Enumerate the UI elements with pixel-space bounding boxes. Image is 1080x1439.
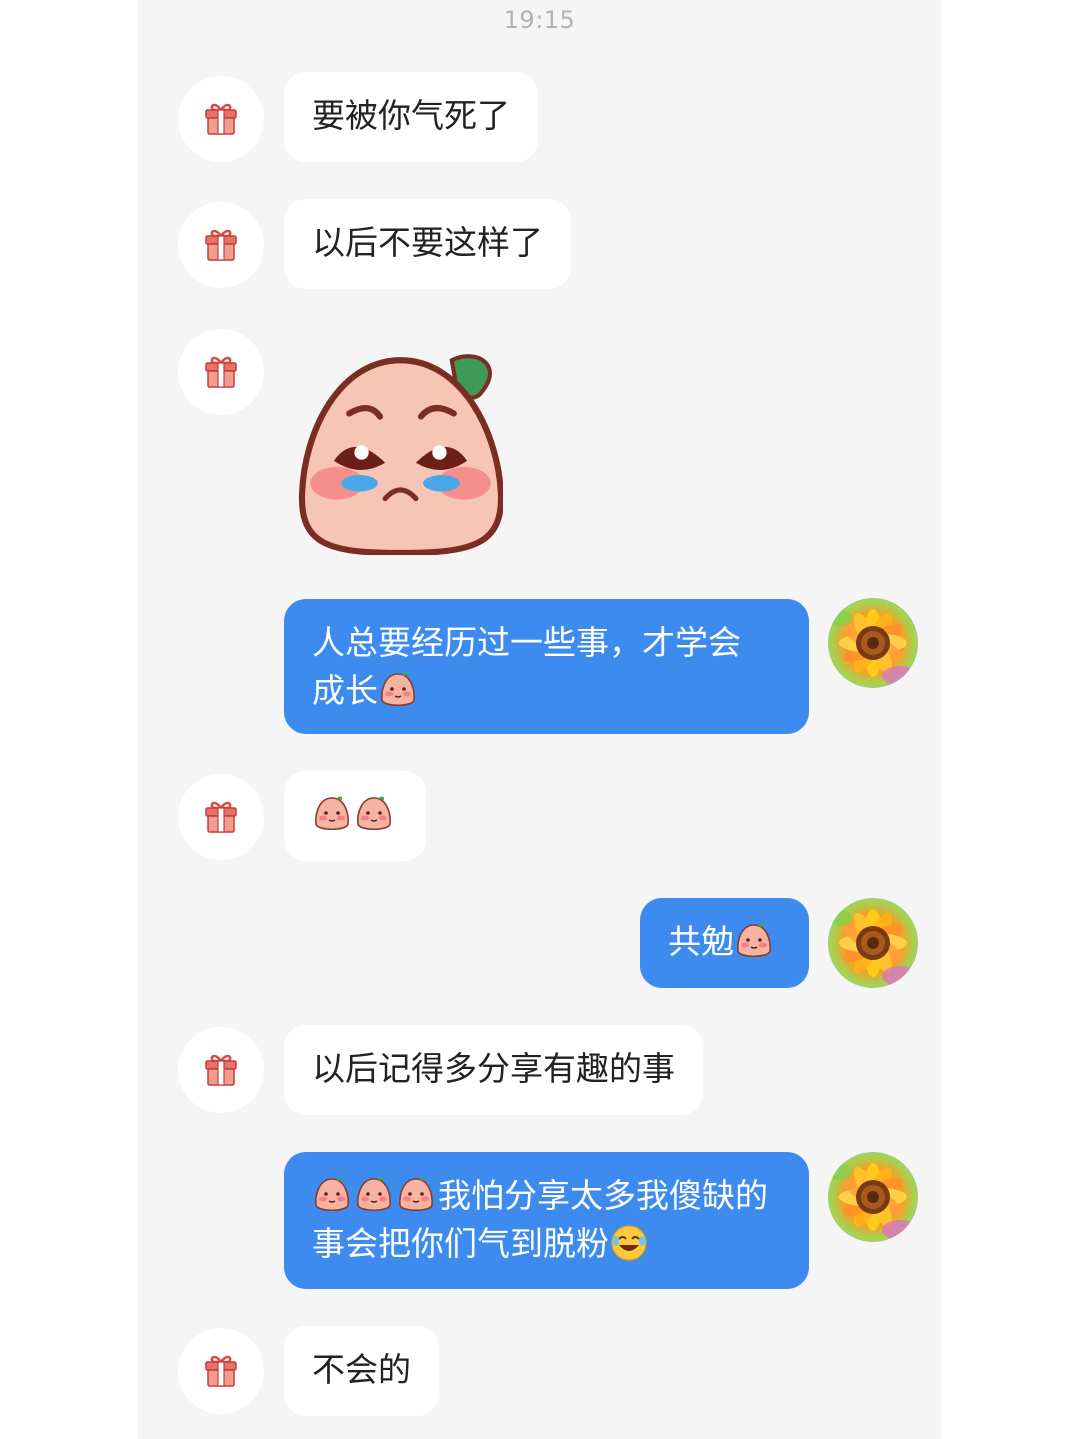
message-bubble-outgoing[interactable]: 人总要经历过一些事，才学会 成长: [284, 599, 809, 734]
message-text: 以后不要这样了: [312, 223, 543, 262]
peach-emoji-icon: [396, 1175, 436, 1215]
message-bubble-incoming[interactable]: 以后记得多分享有趣的事: [284, 1025, 703, 1115]
chat-screen: 19:15 要被你气死了 以后不要这样了 人总要经历过一些事，才学会 成长 共勉…: [138, 0, 941, 1439]
gift-icon: [201, 1050, 241, 1090]
message-text: 共勉: [668, 922, 734, 961]
message-bubble-incoming[interactable]: 不会的: [284, 1326, 439, 1416]
peach-sad-emoji-icon: [312, 794, 352, 834]
gift-icon: [201, 225, 241, 265]
peach-emoji-icon: [734, 921, 774, 961]
sunflower-avatar-icon: [828, 898, 918, 988]
peach-scream-emoji-icon: [354, 794, 394, 834]
my-avatar[interactable]: [828, 898, 918, 988]
my-avatar[interactable]: [828, 598, 918, 688]
message-text: 要被你气死了: [312, 96, 510, 135]
avatar[interactable]: [178, 76, 264, 162]
avatar[interactable]: [178, 774, 264, 860]
peach-emoji-icon: [354, 1175, 394, 1215]
avatar[interactable]: [178, 1328, 264, 1414]
my-avatar[interactable]: [828, 1152, 918, 1242]
avatar[interactable]: [178, 1027, 264, 1113]
avatar[interactable]: [178, 329, 264, 415]
gift-icon: [201, 352, 241, 392]
message-text-line2: 成长: [312, 667, 781, 715]
sunflower-avatar-icon: [828, 598, 918, 688]
message-bubble-outgoing[interactable]: 共勉: [640, 898, 809, 988]
message-bubble-outgoing[interactable]: 我怕分享太多我傻缺的 事会把你们气到脱粉: [284, 1152, 809, 1289]
message-text: 我怕分享太多我傻缺的: [312, 1172, 781, 1220]
gift-icon: [201, 797, 241, 837]
message-bubble-incoming[interactable]: 要被你气死了: [284, 72, 538, 162]
laughing-emoji-icon: [609, 1223, 649, 1263]
message-bubble-incoming[interactable]: [284, 771, 426, 861]
gift-icon: [201, 1351, 241, 1391]
peach-emoji-icon: [312, 1175, 352, 1215]
sunflower-avatar-icon: [828, 1152, 918, 1242]
avatar[interactable]: [178, 202, 264, 288]
message-text: 人总要经历过一些事，才学会: [312, 623, 741, 662]
peach-emoji-icon: [378, 670, 418, 710]
message-text: 不会的: [312, 1350, 411, 1389]
message-text-line2: 事会把你们气到脱粉: [312, 1220, 781, 1268]
message-timestamp: 19:15: [503, 6, 576, 34]
message-bubble-incoming[interactable]: 以后不要这样了: [284, 199, 571, 289]
sad-peach-sticker[interactable]: [298, 350, 503, 555]
gift-icon: [201, 99, 241, 139]
message-text: 以后记得多分享有趣的事: [312, 1049, 675, 1088]
